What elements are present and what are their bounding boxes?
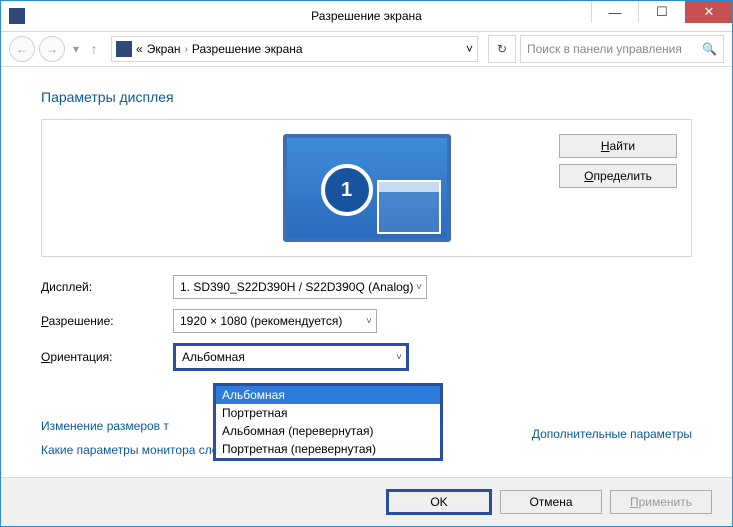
minimize-button[interactable]: — <box>591 1 638 23</box>
content-area: Параметры дисплея 1 Найти Определить Дис… <box>1 67 732 477</box>
breadcrumb-sep: › <box>185 44 188 55</box>
apply-button[interactable]: Применить <box>610 490 712 514</box>
chevron-down-icon: ˅ <box>416 282 422 293</box>
refresh-button[interactable]: ↻ <box>488 35 516 63</box>
orientation-option-landscape[interactable]: Альбомная <box>216 386 440 404</box>
display-label: Дисплей: <box>41 280 173 294</box>
address-bar[interactable]: « Экран › Разрешение экрана ˅ <box>111 36 478 62</box>
monitor-number-badge: 1 <box>321 164 373 216</box>
search-placeholder: Поиск в панели управления <box>527 42 682 56</box>
up-button[interactable]: ↑ <box>87 37 101 61</box>
breadcrumb-resolution[interactable]: Разрешение экрана <box>192 42 303 56</box>
resolution-select[interactable]: 1920 × 1080 (рекомендуется) ˅ <box>173 309 377 333</box>
breadcrumb-screen[interactable]: Экран <box>147 42 181 56</box>
resolution-label: Разрешение: <box>41 314 173 328</box>
orientation-option-landscape-flipped[interactable]: Альбомная (перевернутая) <box>216 422 440 440</box>
page-title: Параметры дисплея <box>41 89 692 105</box>
maximize-button[interactable]: ☐ <box>638 1 685 23</box>
location-icon <box>116 41 132 57</box>
orientation-label: Ориентация: <box>41 350 173 364</box>
orientation-option-portrait[interactable]: Портретная <box>216 404 440 422</box>
orientation-select[interactable]: Альбомная ˅ <box>173 343 409 371</box>
search-icon: 🔍 <box>702 42 717 56</box>
history-dropdown-icon[interactable]: ▾ <box>69 37 83 61</box>
orientation-value: Альбомная <box>182 350 245 364</box>
display-preview-panel: 1 Найти Определить <box>41 119 692 257</box>
back-button[interactable]: ← <box>9 36 35 62</box>
orientation-dropdown: Альбомная Портретная Альбомная (переверн… <box>213 383 443 461</box>
titlebar[interactable]: Разрешение экрана — ☐ ✕ <box>1 1 732 32</box>
orientation-option-portrait-flipped[interactable]: Портретная (перевернутая) <box>216 440 440 458</box>
dialog-footer: OK Отмена Применить <box>1 477 732 526</box>
orientation-row: Ориентация: Альбомная ˅ <box>41 343 692 371</box>
chevron-down-icon: ˅ <box>366 316 372 327</box>
cancel-button[interactable]: Отмена <box>500 490 602 514</box>
detect-button[interactable]: Определить <box>559 164 677 188</box>
monitor-preview[interactable]: 1 <box>283 134 451 242</box>
navigation-bar: ← → ▾ ↑ « Экран › Разрешение экрана ˅ ↻ … <box>1 32 732 67</box>
advanced-settings-link[interactable]: Дополнительные параметры <box>532 427 692 441</box>
window-controls: — ☐ ✕ <box>591 1 732 23</box>
address-dropdown-icon[interactable]: ˅ <box>466 42 473 56</box>
display-select[interactable]: 1. SD390_S22D390H / S22D390Q (Analog) ˅ <box>173 275 427 299</box>
monitor-grid-icon <box>377 180 441 234</box>
resolution-row: Разрешение: 1920 × 1080 (рекомендуется) … <box>41 309 692 333</box>
app-icon <box>9 8 25 24</box>
preview-side-buttons: Найти Определить <box>559 134 677 188</box>
resolution-value: 1920 × 1080 (рекомендуется) <box>180 314 342 328</box>
find-button[interactable]: Найти <box>559 134 677 158</box>
close-button[interactable]: ✕ <box>685 1 732 23</box>
ok-button[interactable]: OK <box>386 489 492 515</box>
breadcrumb-prefix: « <box>136 42 143 56</box>
chevron-down-icon: ˅ <box>396 352 402 363</box>
window-frame: Разрешение экрана — ☐ ✕ ← → ▾ ↑ « Экран … <box>0 0 733 527</box>
display-value: 1. SD390_S22D390H / S22D390Q (Analog) <box>180 280 413 294</box>
search-input[interactable]: Поиск в панели управления 🔍 <box>520 35 724 63</box>
display-row: Дисплей: 1. SD390_S22D390H / S22D390Q (A… <box>41 275 692 299</box>
forward-button[interactable]: → <box>39 36 65 62</box>
